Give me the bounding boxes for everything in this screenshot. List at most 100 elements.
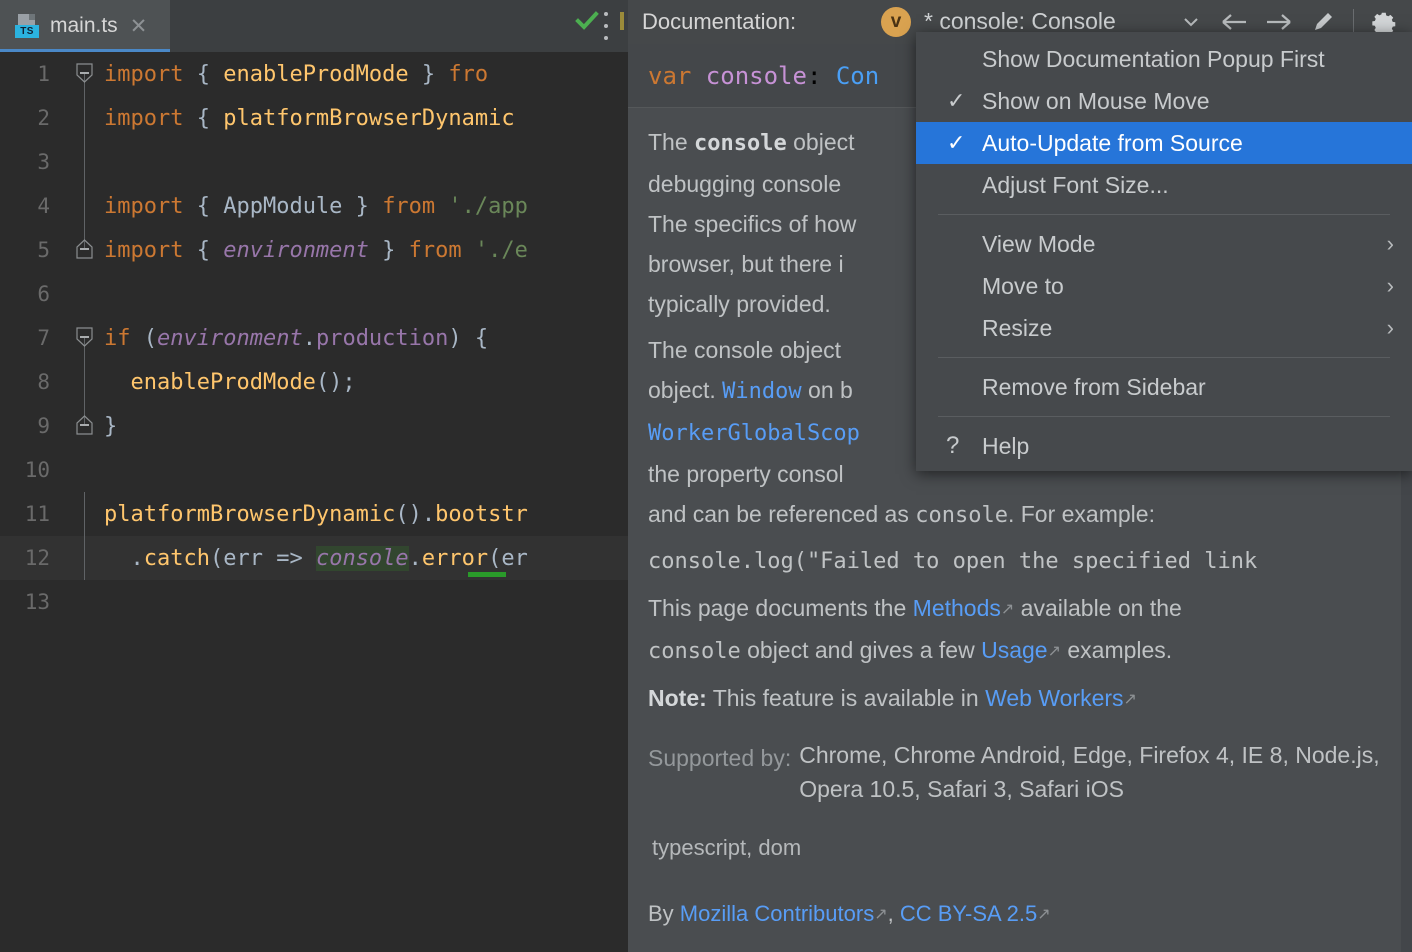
- p3-line2-mid: object and gives a few: [740, 637, 982, 663]
- submenu-chevron-icon: ›: [1386, 273, 1394, 298]
- checkmark-icon: ✓: [947, 88, 966, 113]
- ts-badge-label: TS: [15, 25, 39, 38]
- documentation-title: Documentation:: [642, 9, 797, 34]
- code-fold-gutter[interactable]: [66, 184, 104, 228]
- code-line-2[interactable]: 2 import { platformBrowserDynamic: [0, 96, 628, 140]
- menu-separator: [938, 357, 1390, 358]
- p3-line2-post: examples.: [1060, 637, 1173, 663]
- signature-keyword: var: [648, 61, 706, 90]
- code-fold-gutter[interactable]: [66, 140, 104, 184]
- code-fold-gutter[interactable]: [66, 96, 104, 140]
- code-line-4[interactable]: 4 import { AppModule } from './app: [0, 184, 628, 228]
- editor-tab-bar: TS main.ts ✕: [0, 0, 628, 52]
- code-text: import { platformBrowserDynamic: [104, 105, 515, 131]
- code-fold-gutter[interactable]: [66, 316, 104, 360]
- menu-item-move-to[interactable]: Move to ›: [916, 265, 1412, 307]
- code-text: if (environment.production) {: [104, 325, 489, 351]
- code-text: import { AppModule } from './app: [104, 193, 528, 219]
- fold-marker-icon[interactable]: [76, 63, 93, 83]
- link-license[interactable]: CC BY-SA 2.5: [900, 901, 1037, 926]
- code-line-10[interactable]: 10: [0, 448, 628, 492]
- menu-item-show-on-mouse-move[interactable]: ✓ Show on Mouse Move: [916, 80, 1412, 122]
- code-line-8[interactable]: 8 enableProdMode();: [0, 360, 628, 404]
- menu-item-view-mode[interactable]: View Mode ›: [916, 223, 1412, 265]
- code-line-6[interactable]: 6: [0, 272, 628, 316]
- inspection-ok-checkmark-icon[interactable]: [574, 8, 600, 34]
- ide-window: TS main.ts ✕ 1 import { enableProdMode } …: [0, 0, 1412, 952]
- menu-item-show-documentation-popup-first[interactable]: Show Documentation Popup First: [916, 38, 1412, 80]
- code-fold-gutter[interactable]: [66, 536, 104, 580]
- line-number: 7: [37, 326, 50, 350]
- close-icon[interactable]: ✕: [130, 16, 148, 37]
- line-number: 13: [24, 590, 50, 614]
- doc-example-code: console.log("Failed to open the specifie…: [648, 549, 1258, 574]
- link-usage[interactable]: Usage: [981, 637, 1047, 663]
- note-label: Note:: [648, 685, 707, 711]
- menu-item-auto-update-from-source[interactable]: ✓ Auto-Update from Source: [916, 122, 1412, 164]
- editor-tab-main-ts[interactable]: TS main.ts ✕: [0, 0, 170, 52]
- footer-comma: ,: [887, 901, 900, 926]
- fold-marker-icon[interactable]: [76, 415, 93, 435]
- external-link-icon: ↗: [1037, 906, 1051, 923]
- code-fold-gutter[interactable]: [66, 272, 104, 316]
- code-text: import { enableProdMode } fro: [104, 61, 489, 87]
- supported-by-row: Supported by: Chrome, Chrome Android, Ed…: [648, 738, 1390, 806]
- code-line-1[interactable]: 1 import { enableProdMode } fro: [0, 52, 628, 96]
- code-lines-container[interactable]: 1 import { enableProdMode } fro 2 import { …: [0, 52, 628, 952]
- p2-line5-pre: and can be referenced as: [648, 501, 916, 527]
- code-line-13[interactable]: 13: [0, 580, 628, 624]
- menu-item-label: Move to: [982, 272, 1064, 299]
- editor-warning-stripe[interactable]: [620, 12, 624, 30]
- link-web-workers[interactable]: Web Workers: [985, 685, 1123, 711]
- menu-item-help[interactable]: ? Help: [916, 425, 1412, 467]
- fold-marker-icon[interactable]: [76, 327, 93, 347]
- code-line-5[interactable]: 5 import { environment } from './e: [0, 228, 628, 272]
- note-text: This feature is available in: [706, 685, 986, 711]
- menu-item-label: Resize: [982, 314, 1053, 341]
- link-mozilla-contributors[interactable]: Mozilla Contributors: [680, 901, 874, 926]
- code-fold-gutter[interactable]: [66, 228, 104, 272]
- code-editor-pane: TS main.ts ✕ 1 import { enableProdMode } …: [0, 0, 628, 952]
- p3-line2-code: console: [648, 639, 741, 664]
- code-fold-gutter[interactable]: [66, 360, 104, 404]
- more-options-icon[interactable]: [602, 12, 610, 40]
- code-text: platformBrowserDynamic().bootstr: [104, 501, 528, 527]
- p3-mid: available on the: [1014, 595, 1182, 621]
- menu-item-resize[interactable]: Resize ›: [916, 307, 1412, 349]
- submenu-chevron-icon: ›: [1386, 315, 1394, 340]
- code-line-11[interactable]: 11 platformBrowserDynamic().bootstr: [0, 492, 628, 536]
- p1-line2: debugging console: [648, 171, 842, 197]
- p1-line3: The specifics of how: [648, 211, 857, 237]
- p1-line5: typically provided.: [648, 291, 831, 317]
- signature-type: Con: [835, 61, 880, 90]
- menu-item-adjust-font-size[interactable]: Adjust Font Size...: [916, 164, 1412, 206]
- code-line-9[interactable]: 9}: [0, 404, 628, 448]
- p3-pre: This page documents the: [648, 595, 913, 621]
- signature-colon: :: [806, 61, 836, 90]
- menu-item-remove-from-sidebar[interactable]: Remove from Sidebar: [916, 366, 1412, 408]
- menu-separator: [938, 214, 1390, 215]
- fold-marker-icon[interactable]: [76, 239, 93, 259]
- documentation-context-menu[interactable]: Show Documentation Popup First ✓ Show on M…: [916, 32, 1412, 471]
- code-fold-gutter[interactable]: [66, 404, 104, 448]
- p1-code: console: [694, 131, 787, 156]
- menu-item-label: Show Documentation Popup First: [982, 45, 1325, 72]
- code-line-12[interactable]: 12 .catch(err => console.error(er: [0, 536, 628, 580]
- code-fold-gutter[interactable]: [66, 448, 104, 492]
- footer-by-label: By: [648, 901, 680, 926]
- code-text: import { environment } from './e: [104, 237, 528, 263]
- line-number: 10: [24, 458, 50, 482]
- link-methods[interactable]: Methods: [913, 595, 1001, 621]
- p1-pre: The: [648, 129, 695, 155]
- code-line-3[interactable]: 3: [0, 140, 628, 184]
- typescript-file-icon: TS: [14, 13, 40, 39]
- code-fold-gutter[interactable]: [66, 492, 104, 536]
- menu-item-label: View Mode: [982, 230, 1096, 257]
- code-fold-gutter[interactable]: [66, 580, 104, 624]
- link-window[interactable]: Window: [722, 379, 801, 404]
- supported-by-label: Supported by:: [648, 745, 792, 771]
- external-link-icon: ↗: [874, 906, 888, 923]
- code-line-7[interactable]: 7 if (environment.production) {: [0, 316, 628, 360]
- link-workerglobalscope[interactable]: WorkerGlobalScop: [648, 421, 860, 446]
- code-fold-gutter[interactable]: [66, 52, 104, 96]
